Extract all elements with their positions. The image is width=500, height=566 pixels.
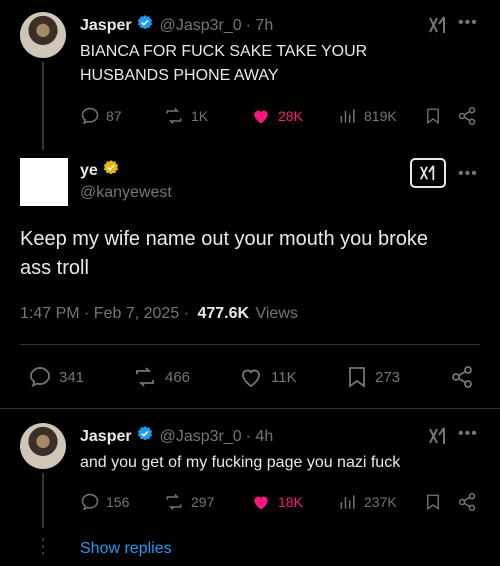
tweet-text-line: BIANCA FOR FUCK SAKE TAKE YOUR	[80, 43, 368, 60]
like-count: 11K	[271, 368, 297, 386]
repost-icon	[136, 367, 154, 387]
reply-count: 341	[59, 368, 85, 386]
like-button[interactable]: 18K	[250, 492, 303, 512]
divider	[20, 344, 480, 345]
tweet-text-line: HUSBANDS PHONE AWAY	[80, 67, 279, 84]
like-count: 28K	[278, 108, 303, 124]
author-handle[interactable]: @Jasp3r_0	[160, 428, 242, 446]
reply-icon	[81, 493, 99, 511]
views-chart-icon	[340, 495, 355, 509]
like-count: 18K	[278, 494, 303, 510]
reply-button[interactable]: 156	[80, 492, 129, 512]
divider	[0, 408, 500, 409]
bookmark-button[interactable]: 273	[345, 365, 400, 389]
show-replies-link[interactable]: Show replies	[80, 540, 172, 558]
author-handle[interactable]: @Jasp3r_0	[160, 17, 242, 35]
avatar[interactable]	[20, 423, 66, 469]
author-name[interactable]: Jasper	[80, 17, 132, 35]
more-options-icon[interactable]: •••	[458, 165, 478, 183]
reply-button[interactable]: 87	[80, 106, 122, 126]
avatar[interactable]	[20, 158, 68, 206]
reply-icon	[81, 107, 99, 125]
repost-count: 466	[165, 368, 191, 386]
share-icon[interactable]	[450, 365, 474, 394]
more-options-icon[interactable]: •••	[458, 425, 478, 443]
avatar[interactable]	[20, 12, 66, 58]
repost-icon	[166, 107, 182, 125]
views-count: 819K	[364, 108, 397, 124]
grok-icon[interactable]	[428, 16, 448, 39]
repost-count: 297	[191, 494, 215, 510]
reply-button[interactable]: 341	[27, 365, 84, 389]
timestamp[interactable]: 1:47 PM · Feb 7, 2025 ·	[20, 305, 189, 322]
reply-count: 156	[106, 494, 130, 510]
bookmark-icon	[349, 367, 365, 388]
views-button[interactable]: 237K	[338, 492, 397, 512]
bookmark-icon[interactable]	[424, 106, 442, 131]
thread-dots	[42, 538, 44, 562]
heart-icon	[242, 369, 260, 388]
repost-button[interactable]: 297	[163, 492, 214, 512]
verified-badge-icon	[136, 14, 154, 37]
timestamp[interactable]: · 4h	[246, 428, 274, 446]
repost-icon	[166, 493, 182, 511]
views-count: 477.6K	[197, 305, 250, 322]
tweet-text-line: ass troll	[20, 257, 89, 279]
bookmark-count: 273	[375, 368, 401, 386]
views-label: Views	[255, 305, 298, 322]
thread-line	[42, 473, 44, 528]
tweet-text: and you get of my fucking page you nazi …	[80, 454, 401, 471]
heart-filled-icon	[254, 110, 268, 124]
author-name[interactable]: Jasper	[80, 428, 132, 446]
share-icon[interactable]	[456, 492, 478, 517]
bookmark-icon[interactable]	[424, 492, 442, 517]
verified-gold-badge-icon	[102, 159, 120, 182]
tweet-text-line: Keep my wife name out your mouth you bro…	[20, 228, 428, 250]
timestamp[interactable]: · 7h	[246, 17, 274, 35]
author-handle[interactable]: @kanyewest	[80, 184, 172, 202]
more-options-icon[interactable]: •••	[458, 14, 478, 32]
verified-badge-icon	[136, 425, 154, 448]
repost-button[interactable]: 466	[131, 365, 190, 389]
share-icon[interactable]	[456, 106, 478, 131]
views-count: 237K	[364, 494, 397, 510]
like-button[interactable]: 28K	[250, 106, 303, 126]
views-button[interactable]: 819K	[338, 106, 397, 126]
repost-count: 1K	[191, 108, 209, 124]
like-button[interactable]: 11K	[237, 365, 297, 389]
reply-icon	[30, 367, 50, 388]
views-chart-icon	[340, 109, 355, 123]
author-name[interactable]: ye	[80, 162, 98, 180]
heart-filled-icon	[254, 496, 268, 510]
reply-count: 87	[106, 108, 122, 124]
grok-icon[interactable]	[410, 158, 446, 188]
grok-icon[interactable]	[428, 427, 448, 450]
thread-line	[42, 62, 44, 150]
repost-button[interactable]: 1K	[163, 106, 208, 126]
